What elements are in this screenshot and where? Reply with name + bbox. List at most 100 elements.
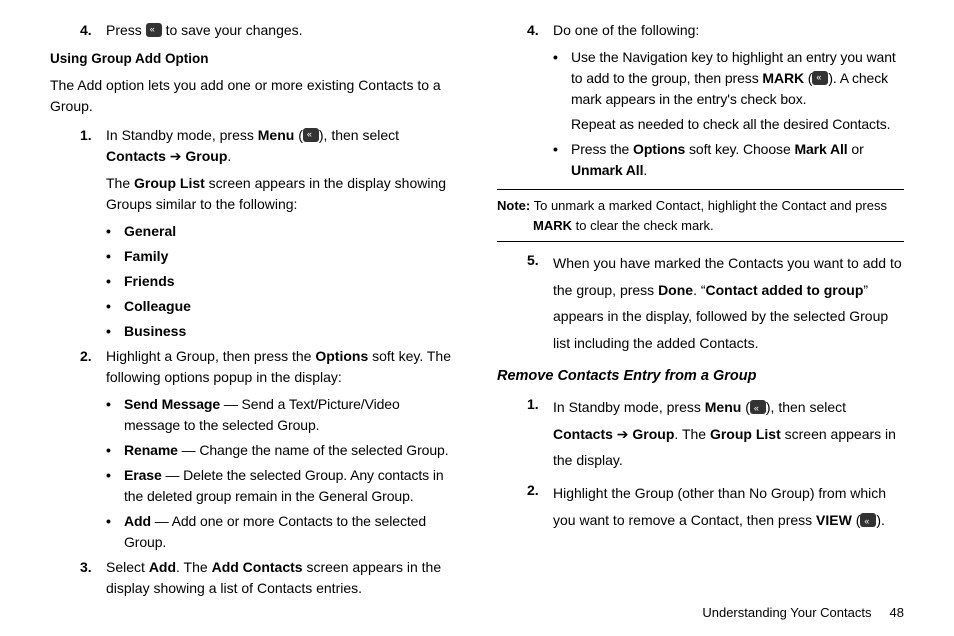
message-label: Contact added to group (706, 282, 864, 298)
mark-all-label: Mark All (794, 141, 847, 157)
step-item: 5. When you have marked the Contacts you… (527, 250, 904, 356)
bullet-label: Colleague (124, 298, 191, 314)
text: . The (176, 559, 212, 575)
option-name: Send Message (124, 396, 220, 412)
step-item: 4. Press to save your changes. (80, 20, 457, 41)
text: ( (294, 127, 303, 143)
menu-label: Menu (705, 399, 742, 415)
step-number: 2. (80, 346, 106, 388)
step-item: 3. Select Add. The Add Contacts screen a… (80, 557, 457, 599)
step-number: 4. (80, 20, 106, 41)
text: Press (106, 22, 146, 38)
done-label: Done (658, 282, 693, 298)
mark-label: MARK (533, 218, 572, 233)
group-list-label: Group List (134, 175, 205, 191)
step-body: When you have marked the Contacts you wa… (553, 250, 904, 356)
contacts-label: Contacts (553, 426, 613, 442)
ok-key-icon (750, 400, 766, 414)
text: or (848, 141, 864, 157)
option-item: •Erase — Delete the selected Group. Any … (106, 465, 457, 507)
note-block: Note: To unmark a marked Contact, highli… (497, 189, 904, 242)
step-number: 2. (527, 480, 553, 533)
option-desc: — Delete the selected Group. Any contact… (124, 467, 444, 504)
text: ). (876, 512, 885, 528)
option-desc: — Change the name of the selected Group. (178, 442, 449, 458)
ok-key-icon (812, 71, 828, 85)
text: ( (852, 512, 861, 528)
text: To unmark a marked Contact, highlight th… (530, 198, 887, 213)
text: In Standby mode, press (106, 127, 258, 143)
text: to save your changes. (162, 22, 303, 38)
arrow-icon: ➔ (166, 148, 186, 164)
bullet-item: •Family (106, 246, 457, 267)
step-body: In Standby mode, press Menu (), then sel… (553, 394, 904, 474)
bullet-icon: • (106, 440, 124, 461)
options-label: Options (633, 141, 685, 157)
ok-key-icon (146, 23, 162, 37)
footer-label: Understanding Your Contacts (702, 605, 871, 620)
bullet-item: •General (106, 221, 457, 242)
menu-label: Menu (258, 127, 295, 143)
mark-label: MARK (762, 70, 804, 86)
step-body: In Standby mode, press Menu ( ), then sel… (106, 125, 457, 167)
step-item: 1. In Standby mode, press Menu ( ), then … (80, 125, 457, 167)
step-body: Highlight a Group, then press the Option… (106, 346, 457, 388)
bullet-item: •Business (106, 321, 457, 342)
subheading-remove-contacts: Remove Contacts Entry from a Group (497, 366, 904, 388)
view-label: VIEW (816, 512, 852, 528)
step-item: 2. Highlight a Group, then press the Opt… (80, 346, 457, 388)
step-item: 4. Do one of the following: (527, 20, 904, 41)
bullet-icon: • (106, 221, 124, 242)
bullet-icon: • (553, 139, 571, 181)
text: The (106, 175, 134, 191)
bullet-label: Business (124, 323, 186, 339)
substep-item: • Use the Navigation key to highlight an… (553, 47, 904, 110)
step-number: 1. (527, 394, 553, 474)
substep-item: • Press the Options soft key. Choose Mar… (553, 139, 904, 181)
option-item: •Rename — Change the name of the selecte… (106, 440, 457, 461)
ok-key-icon (303, 128, 319, 142)
step-body: Do one of the following: (553, 20, 904, 41)
text: Select (106, 559, 149, 575)
option-name: Rename (124, 442, 178, 458)
option-name: Erase (124, 467, 162, 483)
text: Highlight a Group, then press the (106, 348, 315, 364)
text: . “ (693, 282, 705, 298)
bullet-icon: • (106, 465, 124, 507)
group-label: Group (185, 148, 227, 164)
step-number: 5. (527, 250, 553, 356)
page-number: 48 (890, 605, 904, 620)
paragraph: The Group List screen appears in the dis… (106, 173, 457, 215)
options-label: Options (315, 348, 368, 364)
text: ), then select (766, 399, 846, 415)
contacts-label: Contacts (106, 148, 166, 164)
ok-key-icon (860, 513, 876, 527)
subheading-using-group-add: Using Group Add Option (50, 49, 457, 69)
step-item: 1. In Standby mode, press Menu (), then … (527, 394, 904, 474)
text: In Standby mode, press (553, 399, 705, 415)
option-desc: — Add one or more Contacts to the select… (124, 513, 426, 550)
bullet-icon: • (106, 394, 124, 436)
arrow-icon: ➔ (613, 426, 633, 442)
text: to clear the check mark. (572, 218, 714, 233)
bullet-icon: • (106, 511, 124, 553)
bullet-icon: • (106, 296, 124, 317)
step-body: Highlight the Group (other than No Group… (553, 480, 904, 533)
text: . The (674, 426, 710, 442)
option-item: •Add — Add one or more Contacts to the s… (106, 511, 457, 553)
step-number: 1. (80, 125, 106, 167)
bullet-item: •Colleague (106, 296, 457, 317)
text: . (227, 148, 231, 164)
add-label: Add (149, 559, 176, 575)
text: ), then select (319, 127, 399, 143)
bullet-label: Family (124, 248, 168, 264)
text: . (643, 162, 647, 178)
bullet-label: General (124, 223, 176, 239)
bullet-icon: • (106, 246, 124, 267)
step-item: 2. Highlight the Group (other than No Gr… (527, 480, 904, 533)
step-number: 4. (527, 20, 553, 41)
text: soft key. Choose (685, 141, 794, 157)
page-footer: Understanding Your Contacts 48 (702, 603, 904, 623)
substep-note: Repeat as needed to check all the desire… (571, 114, 904, 135)
group-list-label: Group List (710, 426, 781, 442)
